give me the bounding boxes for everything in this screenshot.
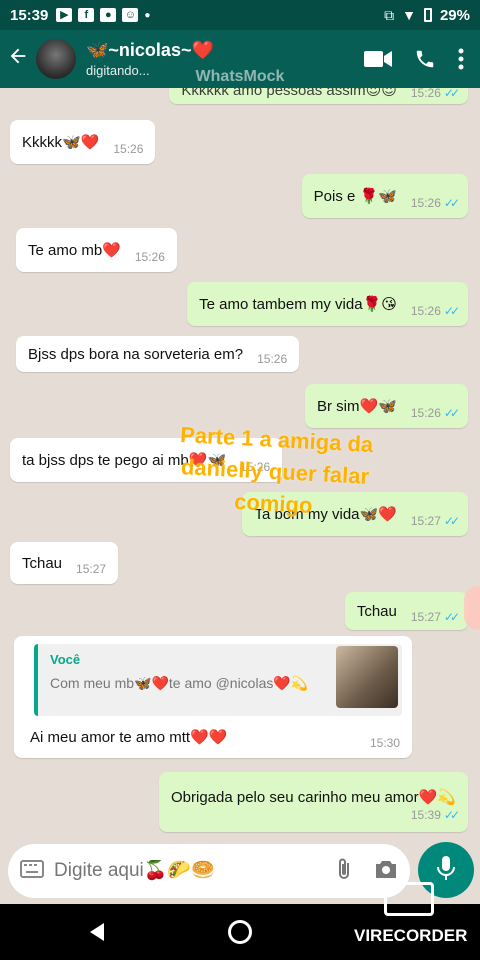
message-text: Bjss dps bora na sorveteria em? <box>28 345 244 363</box>
message-text: ta bjss dps te pego ai mb❤️🦋 <box>22 452 227 469</box>
attach-icon[interactable] <box>334 857 354 886</box>
app-icon: ● <box>100 8 117 22</box>
message-time: 15:26 <box>410 304 441 318</box>
read-ticks-icon: ✓✓ <box>443 406 460 420</box>
message-text: Br sim❤️🦋 <box>317 398 397 415</box>
camera-icon[interactable] <box>374 859 398 884</box>
message-incoming[interactable]: Bjss dps bora na sorveteria em? 15:26 <box>16 336 300 372</box>
message-outgoing[interactable]: Kkkkkk amo pessoas assim😍😍 15:26 ✓✓ <box>169 88 468 104</box>
floating-handle[interactable] <box>464 586 480 630</box>
app-icon: ☺ <box>122 8 139 22</box>
quoted-message[interactable]: Você Com meu mb🦋❤️te amo @nicolas❤️💫 <box>34 644 402 716</box>
avatar[interactable] <box>36 39 76 79</box>
message-incoming[interactable]: ta bjss dps te pego ai mb❤️🦋 15:26 <box>10 438 283 482</box>
message-time: 15:39 <box>410 808 441 822</box>
message-time: 15:26 <box>113 142 144 156</box>
video-call-icon[interactable] <box>364 49 392 69</box>
message-outgoing[interactable]: Ta bom my vida🦋❤️ 15:27 ✓✓ <box>242 492 468 536</box>
message-time: 15:26 <box>257 352 288 366</box>
message-outgoing[interactable]: Tchau 15:27 ✓✓ <box>344 592 468 630</box>
keyboard-icon[interactable] <box>20 859 44 883</box>
read-ticks-icon: ✓✓ <box>443 808 460 822</box>
read-ticks-icon: ✓✓ <box>443 88 460 100</box>
quoted-text: Com meu mb🦋❤️te amo @nicolas❤️💫 <box>50 675 309 691</box>
message-input[interactable] <box>54 860 304 882</box>
facebook-icon: f <box>78 8 95 22</box>
read-ticks-icon: ✓✓ <box>443 304 460 318</box>
cast-icon: ⧉ <box>384 6 395 23</box>
message-time: 15:26 <box>240 460 271 474</box>
message-text: Te amo tambem my vida🌹😘 <box>199 296 397 313</box>
message-time: 15:26 <box>410 196 441 210</box>
chat-area[interactable]: Kkkkkk amo pessoas assim😍😍 15:26 ✓✓ Kkkkk… <box>0 88 480 840</box>
message-outgoing[interactable]: Te amo tambem my vida🌹😘 15:26 ✓✓ <box>187 282 468 326</box>
message-text: Ai meu amor te amo mtt❤️❤️ <box>30 729 228 746</box>
wifi-icon: ▼ <box>402 7 416 23</box>
message-time: 15:26 <box>134 250 165 264</box>
message-input-container[interactable] <box>8 844 410 898</box>
recorder-logo-icon <box>384 882 434 916</box>
read-ticks-icon: ✓✓ <box>443 610 460 624</box>
message-text: Kkkkkk amo pessoas assim😍😍 <box>181 88 397 99</box>
recorder-label: VIRECORDER <box>354 926 468 945</box>
message-time: 15:27 <box>410 610 441 624</box>
message-incoming[interactable]: Te amo mb❤️ 15:26 <box>16 228 177 272</box>
nav-home-icon[interactable] <box>228 920 252 944</box>
mic-icon <box>436 855 456 886</box>
message-outgoing[interactable]: Obrigada pelo seu carinho meu amor❤️💫 15… <box>159 772 468 832</box>
message-time: 15:26 <box>410 88 441 100</box>
contact-name: 🦋~nicolas~❤️ <box>86 40 214 60</box>
message-outgoing[interactable]: Br sim❤️🦋 15:26 ✓✓ <box>305 384 468 428</box>
message-text: Te amo mb❤️ <box>28 242 121 259</box>
phone-icon[interactable] <box>414 48 436 70</box>
more-vert-icon[interactable] <box>458 48 464 70</box>
read-ticks-icon: ✓✓ <box>443 196 460 210</box>
message-text: Tchau <box>356 602 397 620</box>
message-incoming[interactable]: Tchau 15:27 <box>10 542 119 584</box>
back-arrow-icon[interactable] <box>0 45 36 74</box>
message-time: 15:27 <box>410 514 441 528</box>
message-incoming[interactable]: Kkkkk🦋❤️ 15:26 <box>10 120 156 164</box>
notification-icons: ▶ f ● ☺ ● <box>56 8 150 22</box>
battery-percent: 29% <box>439 6 470 24</box>
read-ticks-icon: ✓✓ <box>443 514 460 528</box>
nav-back-icon[interactable] <box>88 922 106 947</box>
battery-icon <box>423 8 432 22</box>
status-bar: 15:39 ▶ f ● ☺ ● ⧉ ▼ 29% <box>0 0 480 30</box>
youtube-icon: ▶ <box>56 8 73 22</box>
message-time: 15:30 <box>369 736 400 750</box>
message-text: Obrigada pelo seu carinho meu amor❤️💫 <box>171 789 456 806</box>
contact-info[interactable]: 🦋~nicolas~❤️ digitando... <box>86 40 214 78</box>
quoted-author: Você <box>50 652 81 667</box>
message-text: Tchau <box>22 554 63 572</box>
message-outgoing[interactable]: Pois e 🌹🦋 15:26 ✓✓ <box>301 174 468 218</box>
message-time: 15:26 <box>410 406 441 420</box>
message-time: 15:27 <box>76 562 107 576</box>
chat-header: 🦋~nicolas~❤️ digitando... <box>0 30 480 88</box>
typing-status: digitando... <box>86 63 150 78</box>
message-text: Kkkkk🦋❤️ <box>22 134 100 151</box>
reply-message[interactable]: Você Com meu mb🦋❤️te amo @nicolas❤️💫 Ai … <box>14 636 412 758</box>
status-time: 15:39 <box>10 6 49 24</box>
recorder-watermark: VIRECORDER <box>354 882 468 946</box>
quoted-image-thumbnail[interactable] <box>336 646 398 708</box>
message-text: Ta bom my vida🦋❤️ <box>254 506 397 523</box>
message-text: Pois e 🌹🦋 <box>313 188 397 205</box>
dot-icon: ● <box>144 9 151 21</box>
